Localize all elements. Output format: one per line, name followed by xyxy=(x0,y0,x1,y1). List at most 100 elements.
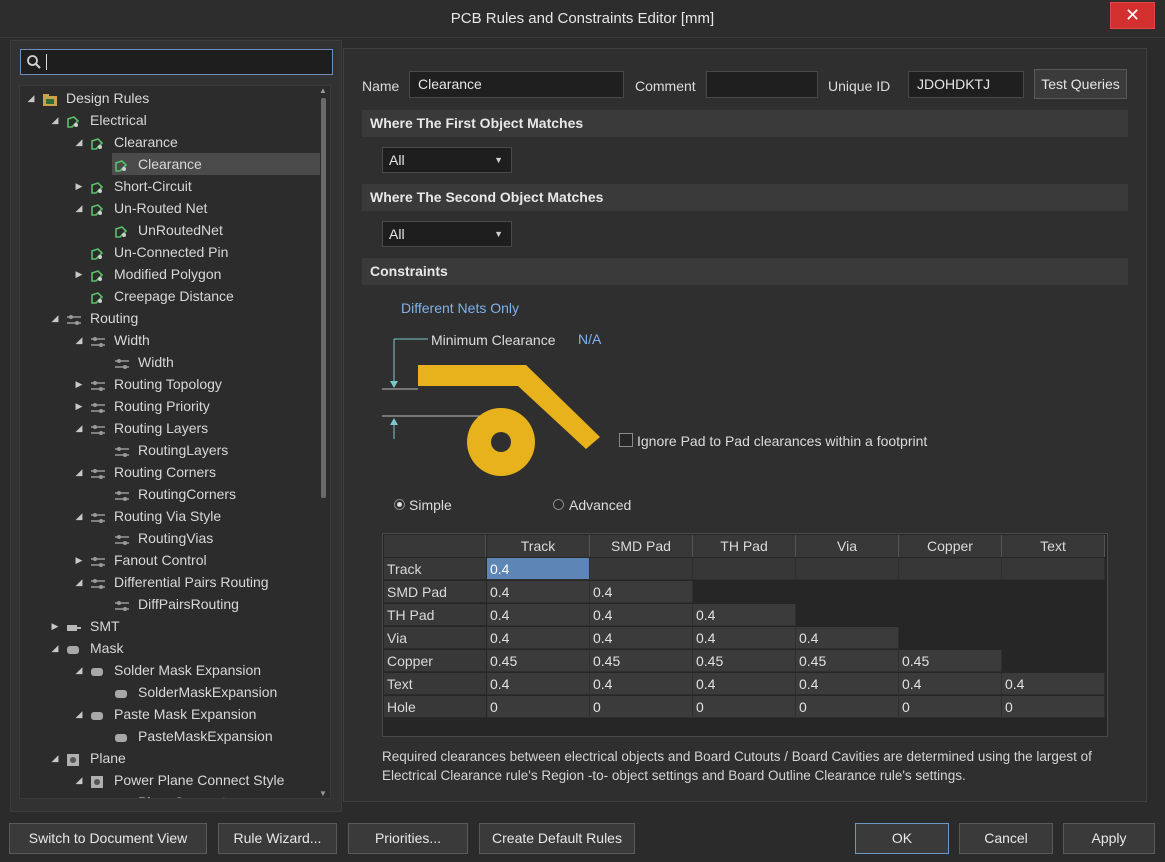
tree-item[interactable]: PlaneConnect xyxy=(20,791,320,798)
tree-item[interactable]: PasteMaskExpansion xyxy=(20,725,320,747)
expand-arrow-icon[interactable]: ▶ xyxy=(50,615,60,637)
tree-item[interactable]: ◢ Routing xyxy=(20,307,320,329)
close-button[interactable]: ✕ xyxy=(1110,2,1155,29)
tree-item[interactable]: Clearance xyxy=(112,153,320,175)
collapse-arrow-icon[interactable]: ◢ xyxy=(74,417,84,439)
matrix-cell[interactable] xyxy=(796,558,899,580)
row-header[interactable]: Via xyxy=(384,627,486,649)
comment-field[interactable] xyxy=(706,71,818,98)
switch-document-view-button[interactable]: Switch to Document View xyxy=(9,823,207,854)
matrix-cell[interactable] xyxy=(693,558,796,580)
tree-item[interactable]: ◢ Power Plane Connect Style xyxy=(20,769,320,791)
create-default-rules-button[interactable]: Create Default Rules xyxy=(479,823,635,854)
matrix-cell[interactable]: 0.45 xyxy=(590,650,693,672)
scroll-thumb[interactable] xyxy=(321,98,326,498)
cancel-button[interactable]: Cancel xyxy=(959,823,1053,854)
tree-item[interactable]: ◢ Width xyxy=(20,329,320,351)
matrix-cell[interactable] xyxy=(1002,558,1105,580)
rule-wizard-button[interactable]: Rule Wizard... xyxy=(218,823,337,854)
tree-item[interactable]: SolderMaskExpansion xyxy=(20,681,320,703)
expand-arrow-icon[interactable]: ▶ xyxy=(74,263,84,285)
tree-item[interactable]: ◢ Clearance xyxy=(20,131,320,153)
matrix-cell[interactable]: 0.4 xyxy=(693,627,796,649)
tree-item[interactable]: DiffPairsRouting xyxy=(20,593,320,615)
priorities-button[interactable]: Priorities... xyxy=(348,823,468,854)
collapse-arrow-icon[interactable]: ◢ xyxy=(50,747,60,769)
net-scope-link[interactable]: Different Nets Only xyxy=(401,300,519,316)
tree-item[interactable]: ◢ Routing Via Style xyxy=(20,505,320,527)
collapse-arrow-icon[interactable]: ◢ xyxy=(50,109,60,131)
search-input[interactable] xyxy=(20,49,333,75)
matrix-cell[interactable]: 0.4 xyxy=(487,627,590,649)
matrix-cell[interactable]: 0.4 xyxy=(487,558,590,580)
collapse-arrow-icon[interactable]: ◢ xyxy=(74,329,84,351)
column-header[interactable]: Via xyxy=(796,535,899,557)
rules-tree[interactable]: ▲ ▼ ◢ Design Rules ◢ Electrical ◢ Clearance Cl… xyxy=(19,85,331,799)
tree-item[interactable]: Un-Connected Pin xyxy=(20,241,320,263)
matrix-cell[interactable]: 0.45 xyxy=(899,650,1002,672)
advanced-radio[interactable] xyxy=(553,499,564,510)
min-clearance-value[interactable]: N/A xyxy=(578,331,601,347)
collapse-arrow-icon[interactable]: ◢ xyxy=(26,87,36,109)
matrix-cell[interactable]: 0.4 xyxy=(796,627,899,649)
row-header[interactable]: Text xyxy=(384,673,486,695)
tree-item[interactable]: ▶ SMT xyxy=(20,615,320,637)
matrix-cell[interactable]: 0.45 xyxy=(693,650,796,672)
matrix-cell[interactable]: 0.4 xyxy=(796,673,899,695)
first-match-select[interactable]: All ▼ xyxy=(382,147,512,173)
expand-arrow-icon[interactable]: ▶ xyxy=(74,175,84,197)
matrix-cell[interactable]: 0 xyxy=(590,696,693,718)
matrix-cell[interactable]: 0.4 xyxy=(899,673,1002,695)
expand-arrow-icon[interactable]: ▶ xyxy=(74,373,84,395)
matrix-cell[interactable]: 0 xyxy=(796,696,899,718)
matrix-cell[interactable]: 0 xyxy=(487,696,590,718)
matrix-cell[interactable]: 0.4 xyxy=(693,604,796,626)
tree-item[interactable]: ▶ Routing Topology xyxy=(20,373,320,395)
row-header[interactable]: TH Pad xyxy=(384,604,486,626)
matrix-cell[interactable]: 0.4 xyxy=(590,604,693,626)
row-header[interactable]: Track xyxy=(384,558,486,580)
matrix-cell[interactable]: 0 xyxy=(1002,696,1105,718)
collapse-arrow-icon[interactable]: ◢ xyxy=(74,659,84,681)
matrix-cell[interactable]: 0.4 xyxy=(590,581,693,603)
column-header[interactable]: TH Pad xyxy=(693,535,796,557)
tree-item[interactable]: RoutingCorners xyxy=(20,483,320,505)
tree-item[interactable]: ▶ Modified Polygon xyxy=(20,263,320,285)
matrix-cell[interactable]: 0.4 xyxy=(487,604,590,626)
matrix-cell[interactable]: 0.4 xyxy=(693,673,796,695)
tree-item[interactable]: ◢ Design Rules xyxy=(20,87,320,109)
test-queries-button[interactable]: Test Queries xyxy=(1034,69,1127,99)
matrix-cell[interactable]: 0.4 xyxy=(487,581,590,603)
collapse-arrow-icon[interactable]: ◢ xyxy=(74,461,84,483)
tree-item[interactable]: Width xyxy=(20,351,320,373)
tree-item[interactable]: ◢ Electrical xyxy=(20,109,320,131)
column-header[interactable]: Text xyxy=(1002,535,1105,557)
tree-item[interactable]: ◢ Routing Corners xyxy=(20,461,320,483)
matrix-cell[interactable]: 0.4 xyxy=(590,673,693,695)
tree-item[interactable]: UnRoutedNet xyxy=(20,219,320,241)
tree-item[interactable]: ◢ Differential Pairs Routing xyxy=(20,571,320,593)
matrix-cell[interactable]: 0.45 xyxy=(796,650,899,672)
matrix-cell[interactable]: 0.45 xyxy=(487,650,590,672)
collapse-arrow-icon[interactable]: ◢ xyxy=(74,131,84,153)
tree-item[interactable]: Creepage Distance xyxy=(20,285,320,307)
ignore-pad-checkbox[interactable] xyxy=(619,433,633,447)
tree-item[interactable]: ◢ Plane xyxy=(20,747,320,769)
tree-item[interactable]: ◢ Mask xyxy=(20,637,320,659)
matrix-cell[interactable]: 0 xyxy=(693,696,796,718)
column-header[interactable]: Copper xyxy=(899,535,1002,557)
collapse-arrow-icon[interactable]: ◢ xyxy=(50,307,60,329)
row-header[interactable]: Copper xyxy=(384,650,486,672)
column-header[interactable]: Track xyxy=(487,535,590,557)
collapse-arrow-icon[interactable]: ◢ xyxy=(74,571,84,593)
name-field[interactable]: Clearance xyxy=(409,71,624,98)
row-header[interactable]: Hole xyxy=(384,696,486,718)
tree-item[interactable]: ▶ Short-Circuit xyxy=(20,175,320,197)
tree-item[interactable]: ◢ Routing Layers xyxy=(20,417,320,439)
unique-id-field[interactable]: JDOHDKTJ xyxy=(908,71,1024,98)
tree-item[interactable]: ◢ Solder Mask Expansion xyxy=(20,659,320,681)
ok-button[interactable]: OK xyxy=(855,823,949,854)
tree-item[interactable]: RoutingLayers xyxy=(20,439,320,461)
collapse-arrow-icon[interactable]: ◢ xyxy=(74,505,84,527)
expand-arrow-icon[interactable]: ▶ xyxy=(74,549,84,571)
